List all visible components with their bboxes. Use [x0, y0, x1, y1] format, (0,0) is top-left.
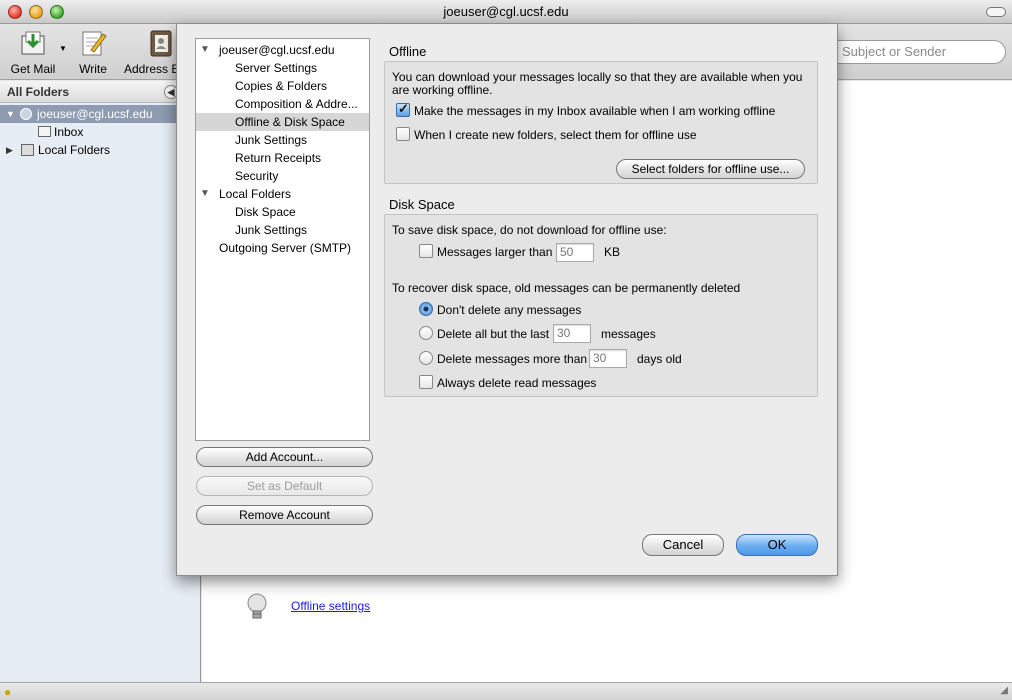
disk-space-section-title: Disk Space	[389, 197, 455, 212]
messages-unit-label: messages	[601, 327, 656, 341]
tree-item-label: Security	[235, 169, 279, 183]
write-button[interactable]: Write	[74, 28, 112, 76]
tree-item-server-settings[interactable]: Server Settings	[196, 59, 369, 77]
tree-item-local-junk-settings[interactable]: Junk Settings	[196, 221, 369, 239]
new-folders-offline-checkbox[interactable]	[396, 127, 410, 141]
cancel-button[interactable]: Cancel	[642, 534, 724, 556]
messages-larger-than-label: Messages larger than	[437, 245, 553, 259]
expanded-triangle-icon[interactable]: ▼	[200, 41, 210, 59]
tree-item-label: Junk Settings	[235, 223, 308, 237]
tree-item-label: Return Receipts	[235, 151, 322, 165]
kb-unit-label: KB	[604, 245, 621, 259]
collapsed-triangle-icon[interactable]: ▶	[6, 141, 13, 159]
recover-disk-space-intro: To recover disk space, old messages can …	[392, 281, 741, 295]
select-offline-folders-button[interactable]: Select folders for offline use...	[616, 159, 805, 179]
tree-item-security[interactable]: Security	[196, 167, 369, 185]
address-book-icon	[150, 30, 172, 57]
tree-item-copies-folders[interactable]: Copies & Folders	[196, 77, 369, 95]
tree-item-label: Server Settings	[235, 61, 318, 75]
account-settings-tree[interactable]: ▼ joeuser@cgl.ucsf.edu Server Settings C…	[195, 38, 370, 441]
get-mail-icon	[21, 31, 45, 55]
add-account-button[interactable]: Add Account...	[196, 447, 373, 467]
tree-item-outgoing-server[interactable]: Outgoing Server (SMTP)	[196, 239, 369, 257]
expanded-triangle-icon[interactable]: ▼	[200, 185, 210, 203]
inbox-offline-checkbox[interactable]	[396, 101, 410, 117]
remove-account-button[interactable]: Remove Account	[196, 505, 373, 525]
tree-item-label: Disk Space	[235, 205, 296, 219]
write-icon	[82, 31, 107, 56]
offline-group: You can download your messages locally s…	[384, 61, 818, 184]
get-mail-menu-arrow-icon[interactable]: ▼	[59, 44, 67, 53]
disk-space-group: To save disk space, do not download for …	[384, 214, 818, 397]
lightbulb-icon	[247, 593, 267, 619]
zoom-window-button[interactable]	[50, 5, 64, 19]
keep-last-count-field[interactable]: 30	[553, 324, 591, 343]
dont-delete-radio[interactable]	[419, 302, 433, 316]
folder-account[interactable]: ▼ joeuser@cgl.ucsf.edu	[0, 105, 200, 123]
minimize-window-button[interactable]	[29, 5, 43, 19]
dont-delete-label: Don't delete any messages	[437, 303, 582, 317]
window-titlebar: joeuser@cgl.ucsf.edu	[0, 0, 1012, 24]
tree-item-label: Composition & Addre...	[235, 97, 358, 111]
status-bar: ● ◢	[0, 682, 1012, 700]
search-input[interactable]: Subject or Sender	[815, 40, 1006, 64]
tree-item-account[interactable]: ▼ joeuser@cgl.ucsf.edu	[196, 41, 369, 59]
tree-item-label: Outgoing Server (SMTP)	[219, 241, 352, 255]
inbox-icon	[38, 126, 51, 137]
save-disk-space-intro: To save disk space, do not download for …	[392, 223, 667, 237]
folder-account-label: joeuser@cgl.ucsf.edu	[37, 107, 153, 121]
days-old-unit-label: days old	[637, 352, 682, 366]
folder-pane-title: All Folders	[7, 85, 70, 99]
tree-item-composition[interactable]: Composition & Addre...	[196, 95, 369, 113]
offline-description-line1: You can download your messages locally s…	[392, 70, 803, 84]
offline-settings-link[interactable]: Offline settings	[291, 599, 370, 613]
get-mail-label: Get Mail	[10, 62, 56, 76]
tree-item-label: Local Folders	[219, 187, 292, 201]
delete-older-than-radio[interactable]	[419, 351, 433, 365]
size-limit-field[interactable]: 50	[556, 243, 594, 262]
tree-item-junk-settings[interactable]: Junk Settings	[196, 131, 369, 149]
local-folders-icon	[21, 144, 34, 156]
folder-pane-header: All Folders ◀	[0, 81, 200, 103]
tree-item-label: joeuser@cgl.ucsf.edu	[219, 43, 335, 57]
resize-grip-icon[interactable]: ◢	[1000, 685, 1008, 696]
folder-inbox[interactable]: Inbox	[0, 123, 200, 141]
tree-item-local-folders[interactable]: ▼ Local Folders	[196, 185, 369, 203]
folder-local-folders[interactable]: ▶ Local Folders	[0, 141, 200, 159]
delete-all-but-last-radio[interactable]	[419, 326, 433, 340]
expanded-triangle-icon[interactable]: ▼	[6, 105, 15, 123]
account-icon	[20, 108, 32, 120]
tree-item-offline-disk-space[interactable]: Offline & Disk Space	[196, 113, 369, 131]
tree-item-label: Junk Settings	[235, 133, 308, 147]
messages-larger-than-checkbox[interactable]	[419, 244, 433, 258]
offline-description-line2: are working offline.	[392, 83, 493, 97]
ok-button[interactable]: OK	[736, 534, 818, 556]
folder-inbox-label: Inbox	[54, 125, 84, 139]
account-settings-sheet: ▼ joeuser@cgl.ucsf.edu Server Settings C…	[176, 24, 838, 576]
close-window-button[interactable]	[8, 5, 22, 19]
delete-older-than-label: Delete messages more than	[437, 352, 588, 366]
toolbar-toggle-button[interactable]	[986, 7, 1006, 17]
always-delete-read-label: Always delete read messages	[437, 376, 597, 390]
new-folders-offline-label: When I create new folders, select them f…	[414, 128, 697, 142]
write-label: Write	[79, 62, 107, 76]
inbox-offline-label: Make the messages in my Inbox available …	[414, 104, 776, 118]
folder-local-folders-label: Local Folders	[38, 143, 111, 157]
tree-item-label: Copies & Folders	[235, 79, 328, 93]
tree-item-disk-space[interactable]: Disk Space	[196, 203, 369, 221]
folder-pane: All Folders ◀ ▼ joeuser@cgl.ucsf.edu Inb…	[0, 81, 201, 682]
status-lightbulb-icon: ●	[4, 685, 12, 699]
offline-section-title: Offline	[389, 44, 427, 59]
get-mail-button[interactable]: Get Mail	[10, 28, 56, 76]
address-book-button[interactable]: Address B	[124, 28, 180, 76]
tree-item-label: Offline & Disk Space	[235, 115, 345, 129]
tree-item-return-receipts[interactable]: Return Receipts	[196, 149, 369, 167]
days-old-field[interactable]: 30	[589, 349, 627, 368]
set-as-default-button[interactable]: Set as Default	[196, 476, 373, 496]
always-delete-read-checkbox[interactable]	[419, 375, 433, 389]
delete-all-but-last-label: Delete all but the last	[437, 327, 550, 341]
window-title: joeuser@cgl.ucsf.edu	[443, 4, 569, 19]
address-book-label: Address B	[124, 62, 180, 76]
